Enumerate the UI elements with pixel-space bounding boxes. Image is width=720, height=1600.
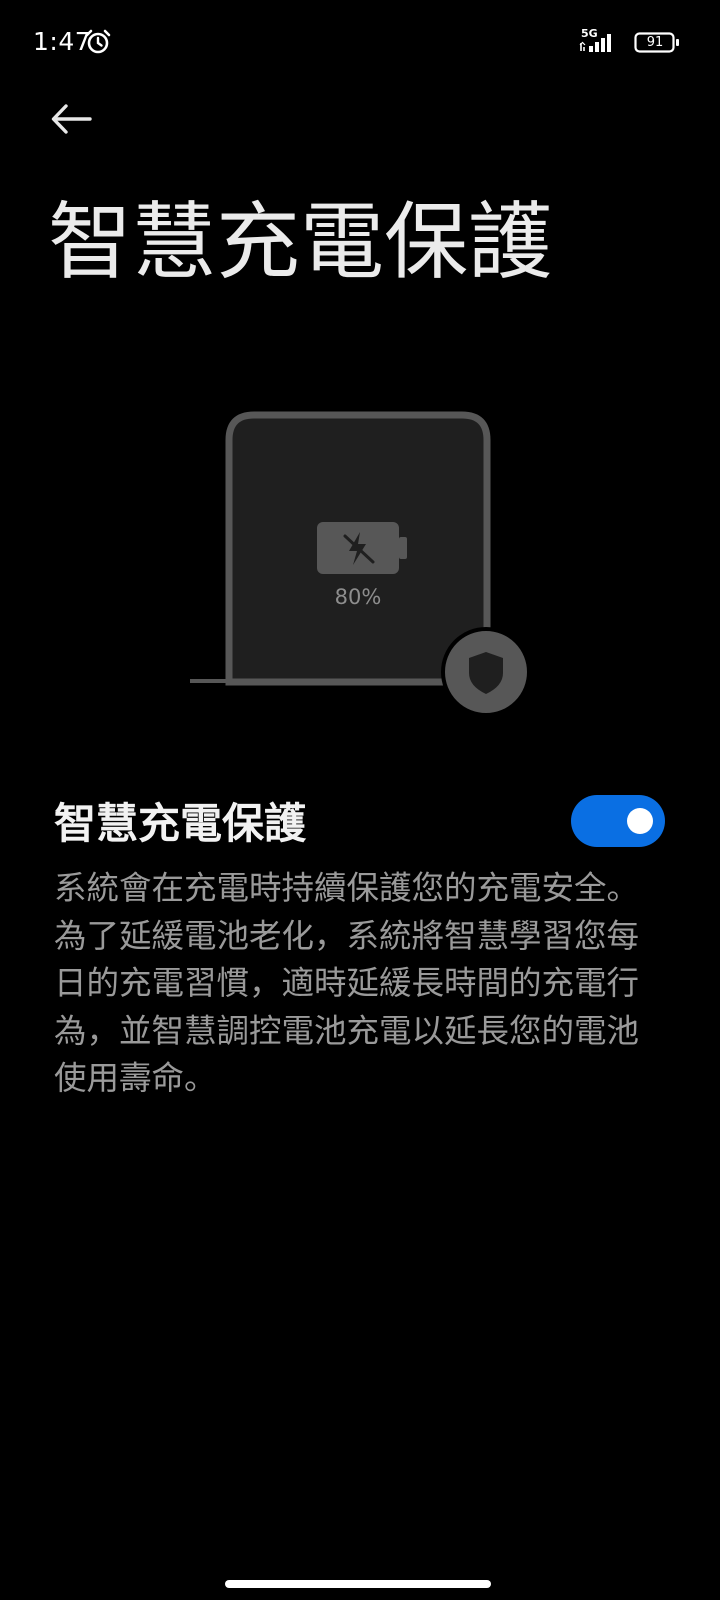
- battery-level-text: 91: [646, 35, 664, 50]
- page-title: 智慧充電保護: [48, 193, 553, 291]
- status-time: 1:47: [33, 27, 92, 56]
- setting-title: 智慧充電保護: [54, 799, 307, 848]
- toggle-knob: [627, 808, 653, 834]
- smart-charging-illustration: 80%: [0, 400, 720, 730]
- shield-icon: [441, 627, 531, 717]
- status-bar: 1:47 5G 91: [0, 0, 720, 84]
- cellular-signal-icon: [579, 34, 611, 52]
- alarm-clock-icon: [85, 29, 111, 54]
- illustration-battery-percent: 80%: [334, 585, 382, 609]
- setting-description: 系統會在充電時持續保護您的充電安全。為了延緩電池老化，系統將智慧學習您每日的充電…: [54, 869, 640, 1097]
- smart-charging-toggle[interactable]: [571, 795, 665, 847]
- illustration-graphic: [190, 411, 531, 717]
- battery-charging-disabled-icon: [317, 522, 407, 574]
- arrow-left-icon: [51, 104, 92, 134]
- back-button[interactable]: [46, 96, 100, 150]
- home-indicator[interactable]: [225, 1580, 491, 1588]
